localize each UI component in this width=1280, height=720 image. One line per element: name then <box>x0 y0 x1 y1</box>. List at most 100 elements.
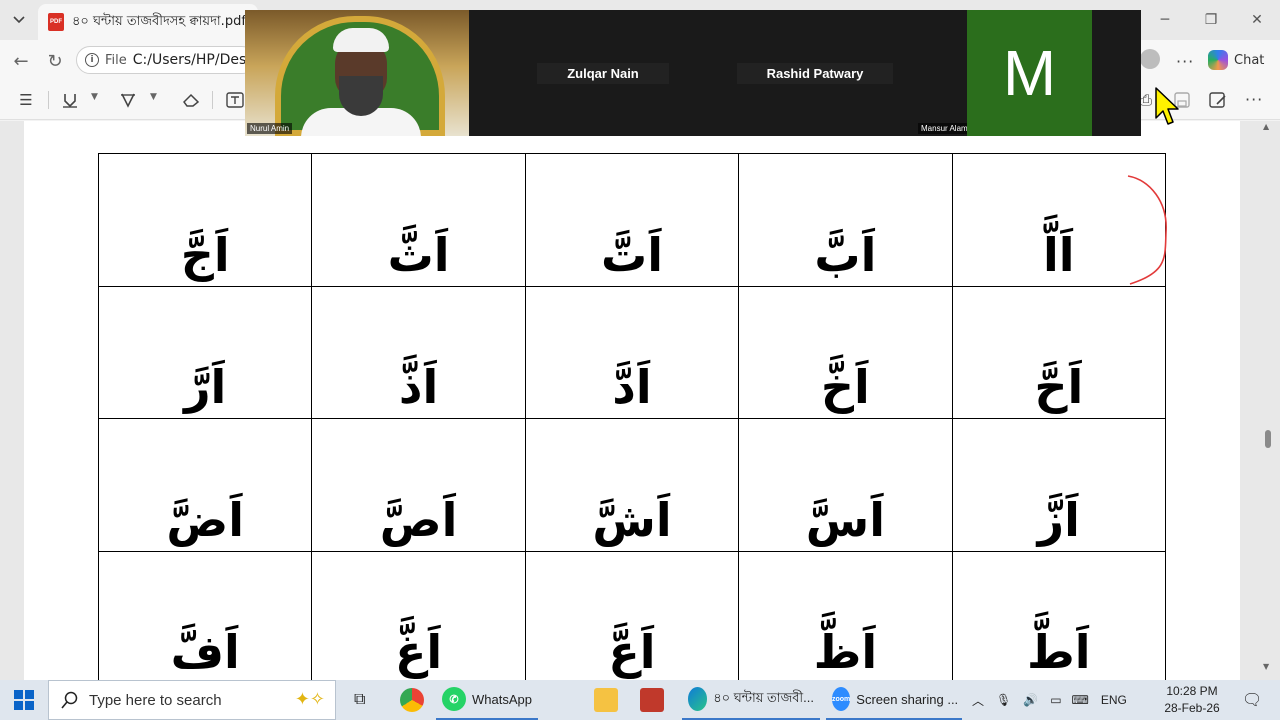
chevron-down-icon <box>13 16 25 24</box>
tab-title: ৪০ ঘন্টায় তাজবীদসহ ক্বায়দা.pdf <box>72 13 246 29</box>
grid-cell: اَعَّ <box>524 550 740 684</box>
chrome-icon <box>400 688 424 712</box>
restore-icon: ❐ <box>1204 12 1218 28</box>
pdf-file-icon: PDF <box>48 13 64 31</box>
video-tile-zulqar-nain[interactable]: Zulqar Nain <box>513 10 693 136</box>
grid-row: اَجَّ اَثَّ اَتَّ اَبَّ اَاَّ <box>97 153 1167 287</box>
notifications-button[interactable]: 🗨 <box>1236 680 1268 720</box>
participant-name: Zulqar Nain <box>537 62 669 84</box>
add-text-button[interactable] <box>225 90 245 110</box>
info-icon: i <box>85 53 99 67</box>
taskbar-search[interactable]: Type here to search ✦✧ <box>48 680 336 720</box>
contents-button[interactable]: ☰ <box>16 90 36 110</box>
copilot-chat-button[interactable]: Chat <box>1208 48 1264 72</box>
participant-name: Rashid Patwary <box>736 62 894 84</box>
grid-cell: اَرَّ <box>97 285 313 419</box>
video-tile-rashid-patwary[interactable]: Rashid Patwary <box>725 10 905 136</box>
grid-row: اَفَّ اَغَّ اَعَّ اَظَّ اَطَّ <box>97 550 1167 684</box>
battery-icon[interactable]: ▭ <box>1050 693 1061 707</box>
zoom-icon: zoom <box>832 687 851 711</box>
refresh-icon: ↻ <box>47 50 63 72</box>
keyboard-icon[interactable]: ⌨ <box>1072 693 1089 707</box>
scroll-up-arrow-icon[interactable]: ▲ <box>1263 122 1269 131</box>
back-button[interactable]: ← <box>8 48 34 74</box>
close-button[interactable]: ✕ <box>1242 8 1272 32</box>
app-label: Screen sharing ... <box>856 691 959 707</box>
print-icon: ⎙ <box>1139 91 1152 109</box>
restore-button[interactable]: ❐ <box>1196 8 1226 32</box>
tab-pdf[interactable]: PDF ৪০ ঘন্টায় তাজবীদসহ ক্বায়দা.pdf <box>38 4 258 40</box>
language-indicator[interactable]: ENG <box>1101 693 1127 707</box>
arabic-letter: اَجَّ <box>180 227 230 282</box>
chat-label: Chat <box>1234 52 1265 68</box>
chevron-up-icon[interactable]: ︿ <box>972 692 984 709</box>
minimize-button[interactable]: ─ <box>1150 8 1180 32</box>
browser-menu-button[interactable]: ··· <box>1176 52 1194 71</box>
highlight-button[interactable] <box>60 90 80 110</box>
arabic-letter: اَصَّ <box>379 492 458 547</box>
zoom-video-strip: Nurul Amin Zulqar Nain Rashid Patwary Ma… <box>245 10 1141 136</box>
grid-cell: اَبَّ <box>738 153 953 287</box>
grid-cell: اَغَّ <box>311 550 526 684</box>
video-tile-nurul-amin[interactable]: Nurul Amin <box>245 10 469 136</box>
task-view-button[interactable]: ⧉ <box>348 680 371 720</box>
arrow-left-icon: ← <box>13 50 29 72</box>
windows-logo-icon <box>14 690 23 699</box>
toolbar-divider <box>212 91 213 109</box>
grid-cell: اَتَّ <box>524 153 740 287</box>
grid-cell: اَدَّ <box>524 285 740 419</box>
microphone-icon[interactable]: 🎙 <box>996 693 1011 707</box>
notification-icon: 🗨 <box>1242 692 1263 709</box>
speaker-icon[interactable]: 🔊 <box>1023 693 1038 707</box>
app-label: WhatsApp <box>472 691 532 707</box>
scroll-down-arrow-icon[interactable]: ▼ <box>1263 662 1269 671</box>
sparkle-icon: ✦✧ <box>294 689 325 710</box>
refresh-button[interactable]: ↻ <box>42 48 68 74</box>
more-horizontal-icon: ··· <box>1245 90 1264 109</box>
grid-cell: اَظَّ <box>738 550 953 684</box>
arabic-letter: اَخَّ <box>820 360 870 414</box>
draw-button[interactable] <box>118 90 138 110</box>
chrome-taskbar-button[interactable] <box>394 680 430 720</box>
tab-list-button[interactable] <box>6 8 32 32</box>
file-explorer-button[interactable] <box>588 680 624 720</box>
whatsapp-icon: ✆ <box>442 687 466 711</box>
chevron-down-icon[interactable]: ▼ <box>150 92 157 102</box>
toolbar-divider <box>48 91 49 109</box>
start-button[interactable] <box>14 690 34 710</box>
arabic-letter: اَظَّ <box>813 625 878 679</box>
grid-cell: اَثَّ <box>311 153 526 287</box>
close-icon: ✕ <box>1251 12 1263 28</box>
arabic-letter: اَضَّ <box>166 492 245 547</box>
profile-icon[interactable] <box>1140 49 1160 69</box>
pdf-more-button[interactable]: ··· <box>1245 90 1263 109</box>
more-horizontal-icon: ··· <box>1176 52 1195 71</box>
arabic-letter: اَطَّ <box>1027 625 1091 679</box>
chevron-down-icon[interactable]: ▼ <box>91 92 98 102</box>
participant-cap <box>333 28 389 52</box>
grid-cell: اَزَّ <box>951 418 1167 552</box>
participant-avatar[interactable]: M <box>967 10 1092 136</box>
system-tray: ︿ 🎙 🔊 ▭ ⌨ ENG <box>972 680 1127 720</box>
windows-taskbar: Type here to search ✦✧ ⧉ ✆ WhatsApp ৪০ ঘ… <box>0 680 1280 720</box>
vertical-scrollbar[interactable] <box>1262 121 1274 680</box>
search-icon <box>61 691 78 709</box>
scrollbar-thumb[interactable] <box>1265 430 1271 448</box>
zoom-taskbar-button[interactable]: zoom Screen sharing ... <box>826 680 962 720</box>
arabic-letter: اَبَّ <box>814 227 877 282</box>
url-scheme: File <box>105 52 127 68</box>
edge-pdf-taskbar-button[interactable]: ৪০ ঘন্টায় তাজবী... <box>682 680 820 720</box>
grid-cell: اَشَّ <box>524 418 740 552</box>
eraser-icon <box>183 93 200 107</box>
erase-button[interactable] <box>181 90 201 110</box>
arabic-letter: اَفَّ <box>170 625 240 679</box>
save-as-button[interactable] <box>1208 90 1228 110</box>
grid-cell: اَصَّ <box>311 418 526 552</box>
whatsapp-taskbar-button[interactable]: ✆ WhatsApp <box>436 680 538 720</box>
grid-cell: اَخَّ <box>738 285 953 419</box>
address-bar[interactable]: i File C:/Users/HP/Desk <box>76 46 256 74</box>
taskbar-clock[interactable]: 10:28 PM 28-Feb-26 <box>1156 683 1228 717</box>
task-view-icon: ⧉ <box>354 691 366 708</box>
arabic-letter: اَدَّ <box>612 360 652 414</box>
app-taskbar-button[interactable] <box>634 680 670 720</box>
